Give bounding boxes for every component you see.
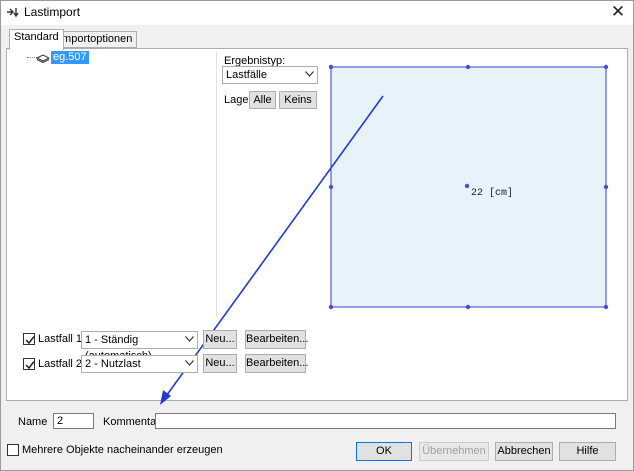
loadcase1-checkbox[interactable] xyxy=(23,333,35,345)
checkmark-icon xyxy=(25,336,35,345)
corner-handle xyxy=(328,184,334,190)
corner-handle xyxy=(328,64,334,70)
corner-handle xyxy=(603,184,609,190)
loadcase1-select[interactable]: 1 - Ständig (automatisch) xyxy=(81,331,198,362)
loadcase2-new-button[interactable]: Neu... xyxy=(203,354,237,373)
loadcase2-select[interactable]: 2 - Nutzlast xyxy=(81,355,198,373)
multi-objects-checkbox[interactable] xyxy=(7,444,19,456)
center-handle xyxy=(464,183,470,189)
name-field[interactable]: 2 xyxy=(53,413,94,429)
corner-handle xyxy=(465,304,471,310)
loadcase2-checkbox[interactable] xyxy=(23,358,35,370)
multi-objects-label: Mehrere Objekte nacheinander erzeugen xyxy=(22,444,223,456)
apply-button[interactable]: Übernehmen xyxy=(419,442,489,461)
ok-button[interactable]: OK xyxy=(356,442,412,461)
help-button[interactable]: Hilfe xyxy=(559,442,616,461)
comment-field[interactable] xyxy=(155,413,616,429)
corner-handle xyxy=(465,64,471,70)
checkmark-icon xyxy=(25,361,35,370)
corner-handle xyxy=(603,304,609,310)
corner-handle xyxy=(328,304,334,310)
loadcase1-edit-button[interactable]: Bearbeiten... xyxy=(245,330,308,349)
tab-standard-label: Standard xyxy=(14,31,59,43)
loadcase2-value: 2 - Nutzlast xyxy=(85,358,141,370)
name-label: Name xyxy=(18,416,48,428)
chevron-down-icon xyxy=(185,360,194,366)
chevron-down-icon xyxy=(185,336,194,342)
loadcase1-new-button[interactable]: Neu... xyxy=(203,330,237,349)
loadcase2-label: Lastfall 2: xyxy=(38,358,86,370)
loadcase2-edit-button[interactable]: Bearbeiten... xyxy=(245,354,308,373)
cancel-button[interactable]: Abbrechen xyxy=(495,442,553,461)
corner-handle xyxy=(603,64,609,70)
comment-label: Kommentar xyxy=(103,416,160,428)
tab-standard[interactable]: Standard xyxy=(9,29,64,50)
loadcase1-label: Lastfall 1: xyxy=(38,333,86,345)
dimension-label: 22 [cm] xyxy=(471,187,513,199)
preview-canvas: 22 [cm] xyxy=(160,64,609,405)
